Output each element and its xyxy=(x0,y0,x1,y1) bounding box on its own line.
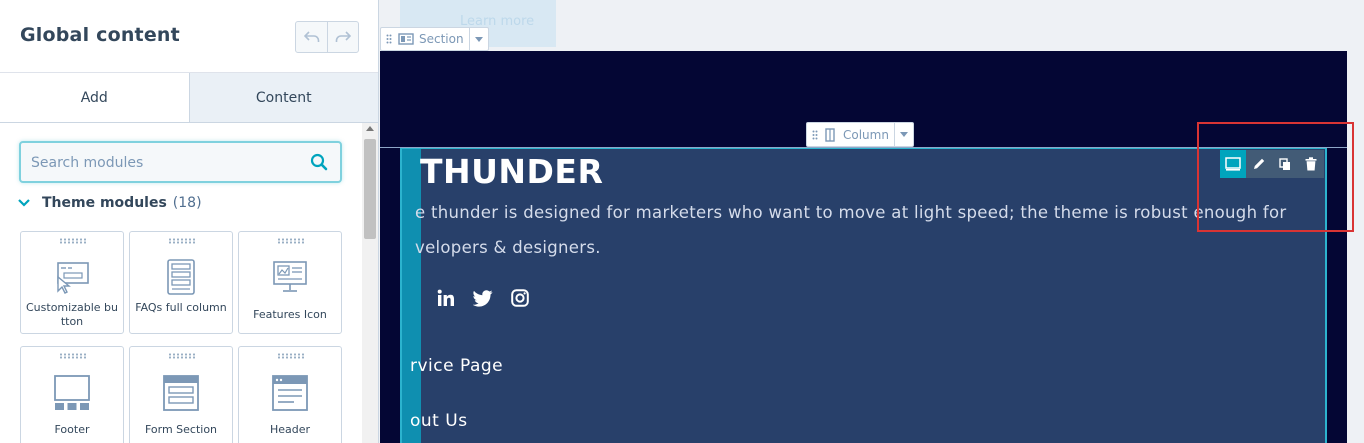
section-name: Theme modules xyxy=(42,195,167,211)
panel-header: Global content xyxy=(0,0,378,73)
button-icon xyxy=(21,259,123,295)
footer-icon xyxy=(21,374,123,412)
scroll-thumb[interactable] xyxy=(364,139,376,239)
column-drag-handle[interactable]: Column xyxy=(807,123,894,146)
undo-icon xyxy=(303,31,319,42)
column-menu-button[interactable] xyxy=(893,123,913,146)
drag-handle-icon[interactable] xyxy=(277,353,305,359)
nav-link-service-page[interactable]: rvice Page xyxy=(410,356,503,376)
brand-heading: THUNDER xyxy=(420,152,604,191)
drag-handle-icon[interactable] xyxy=(168,238,196,244)
module-label: Form Section xyxy=(144,423,218,436)
twitter-icon[interactable] xyxy=(472,289,493,311)
drag-handle-icon xyxy=(812,130,818,139)
search-input[interactable] xyxy=(31,152,291,174)
search-icon[interactable] xyxy=(310,153,328,175)
panel-title: Global content xyxy=(20,24,180,46)
module-list-scroll: Theme modules (18) Customizable button F… xyxy=(0,123,378,443)
form-icon xyxy=(130,374,232,412)
brand-description: e thunder is designed for marketers who … xyxy=(415,203,1287,257)
drag-handle-icon[interactable] xyxy=(277,238,305,244)
panel-tabs: Add Content xyxy=(0,73,378,123)
module-label: FAQs full column xyxy=(135,301,227,314)
undo-redo-group xyxy=(295,21,359,53)
drag-handle-icon[interactable] xyxy=(168,353,196,359)
nav-link-about-us[interactable]: out Us xyxy=(410,411,468,431)
column-layout-icon xyxy=(825,127,835,142)
module-label: Footer xyxy=(54,423,90,436)
module-card-footer[interactable]: Footer xyxy=(20,346,124,443)
chevron-down-icon xyxy=(18,195,30,211)
section-layout-icon xyxy=(398,33,414,45)
caret-down-icon xyxy=(899,132,908,137)
undo-button[interactable] xyxy=(296,22,327,52)
module-card-customizable-button[interactable]: Customizable button xyxy=(20,231,124,334)
module-card-faqs-full-column[interactable]: FAQs full column xyxy=(129,231,233,334)
search-box xyxy=(19,141,342,183)
module-label: Features Icon xyxy=(253,308,327,321)
drag-handle-icon xyxy=(386,34,392,44)
column-content[interactable]: THUNDER e thunder is designed for market… xyxy=(400,147,1327,443)
drag-handle-icon[interactable] xyxy=(59,353,87,359)
tab-content[interactable]: Content xyxy=(189,73,378,122)
page-preview: Learn more Section THUNDER e thunder is … xyxy=(380,0,1364,443)
instagram-icon[interactable] xyxy=(511,289,529,311)
module-label: Customizable button xyxy=(26,301,118,328)
caret-down-icon xyxy=(474,36,483,42)
module-label: Header xyxy=(269,423,311,436)
drag-handle-icon[interactable] xyxy=(59,238,87,244)
section-tag[interactable]: Section xyxy=(380,27,489,51)
social-links xyxy=(437,289,529,311)
theme-modules-toggle[interactable]: Theme modules (18) xyxy=(18,195,202,211)
global-content-panel: Global content Add Content Theme modules xyxy=(0,0,379,443)
module-card-form-section[interactable]: Form Section xyxy=(129,346,233,443)
column-left-stripe xyxy=(402,149,421,443)
annotation-highlight-box xyxy=(1197,122,1354,232)
tab-add[interactable]: Add xyxy=(0,73,190,122)
faq-icon xyxy=(130,259,232,295)
column-tag[interactable]: Column xyxy=(806,122,914,147)
features-icon xyxy=(239,259,341,295)
linkedin-icon[interactable] xyxy=(437,289,455,311)
section-menu-button[interactable] xyxy=(468,28,488,50)
module-card-header[interactable]: Header xyxy=(238,346,342,443)
column-tag-label: Column xyxy=(843,127,889,142)
scroll-up-arrow-icon[interactable] xyxy=(366,126,374,131)
module-card-features-icon[interactable]: Features Icon xyxy=(238,231,342,334)
section-tag-label: Section xyxy=(419,32,464,46)
header-icon xyxy=(239,374,341,412)
panel-scrollbar[interactable] xyxy=(362,123,378,443)
redo-button[interactable] xyxy=(327,22,358,52)
section-drag-handle[interactable]: Section xyxy=(381,28,469,50)
redo-icon xyxy=(335,31,351,42)
section-count: (18) xyxy=(172,195,202,211)
